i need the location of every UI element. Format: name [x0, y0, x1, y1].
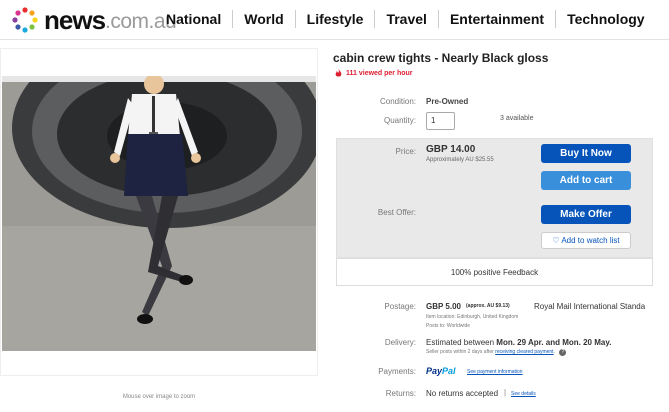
nav-national[interactable]: National	[160, 10, 232, 28]
best-offer-label: Best Offer:	[377, 208, 416, 217]
price-label: Price:	[395, 147, 416, 156]
postage-approx: (approx. AU $9.13)	[466, 303, 510, 309]
watch-list-label: Add to watch list	[561, 236, 620, 245]
listing-title: cabin crew tights - Nearly Black gloss	[333, 51, 549, 65]
postage-service: Royal Mail International Standa	[534, 302, 646, 311]
product-photo[interactable]	[2, 76, 316, 351]
price-approx: Approximately AU $25.55	[426, 157, 494, 163]
paypal-logo: PayPal	[426, 366, 456, 376]
payments-label: Payments:	[378, 367, 416, 376]
returns-divider: |	[504, 388, 507, 397]
nav-lifestyle[interactable]: Lifestyle	[294, 10, 375, 28]
zoom-caption: Mouse over image to zoom	[122, 394, 196, 400]
add-to-cart-button[interactable]: Add to cart	[541, 171, 631, 190]
postage-label: Postage:	[384, 302, 416, 311]
returns-value: No returns accepted	[426, 389, 499, 398]
nav-technology[interactable]: Technology	[555, 10, 656, 28]
condition-value: Pre-Owned	[426, 97, 469, 106]
condition-label: Condition:	[379, 97, 416, 106]
buy-it-now-button[interactable]: Buy It Now	[541, 144, 631, 163]
site-header: news .com.au National World Lifestyle Tr…	[0, 0, 669, 40]
item-location: Item location: Edinburgh, United Kingdom	[426, 314, 519, 320]
delivery-note: Seller posts within 2 days after	[426, 349, 494, 355]
product-image	[2, 76, 316, 351]
main-nav: National World Lifestyle Travel Entertai…	[160, 10, 656, 28]
brand-name: news	[44, 4, 106, 35]
nav-travel[interactable]: Travel	[374, 10, 437, 28]
quantity-label: Quantity:	[383, 116, 416, 125]
make-offer-button[interactable]: Make Offer	[541, 205, 631, 224]
postage-value: GBP 5.00	[426, 302, 461, 311]
quantity-input[interactable]: 1	[426, 112, 455, 130]
delivery-dates: Mon. 29 Apr. and Mon. 20 May.	[496, 338, 612, 347]
news-logo[interactable]: news .com.au	[10, 4, 177, 35]
fire-icon	[335, 69, 342, 77]
cleared-payment-link[interactable]: receiving cleared payment	[495, 349, 553, 355]
delivery-label: Delivery:	[384, 338, 416, 347]
nav-entertainment[interactable]: Entertainment	[437, 10, 555, 28]
delivery-estimate: Estimated between Mon. 29 Apr. and Mon. …	[426, 338, 611, 347]
available-count: 3 available	[500, 115, 534, 122]
views-badge: 111 viewed per hour	[335, 69, 413, 77]
views-text: 111 viewed per hour	[346, 69, 413, 77]
posts-to: Posts to: Worldwide	[426, 323, 471, 329]
payment-info-link[interactable]: See payment information	[467, 369, 523, 375]
logo-dots-icon	[12, 7, 38, 33]
delivery-prefix: Estimated between	[426, 338, 495, 347]
watch-list-button[interactable]: ♡ Add to watch list	[541, 232, 631, 249]
heart-icon: ♡	[552, 236, 560, 245]
nav-world[interactable]: World	[232, 10, 294, 28]
help-icon[interactable]: ?	[559, 349, 567, 356]
price-value: GBP 14.00	[426, 144, 476, 155]
delivery-note-line: Seller posts within 2 days after receivi…	[426, 349, 567, 356]
seller-feedback[interactable]: 100% positive Feedback	[336, 268, 653, 277]
returns-details-link[interactable]: See details	[511, 391, 536, 397]
returns-label: Returns:	[385, 389, 416, 398]
